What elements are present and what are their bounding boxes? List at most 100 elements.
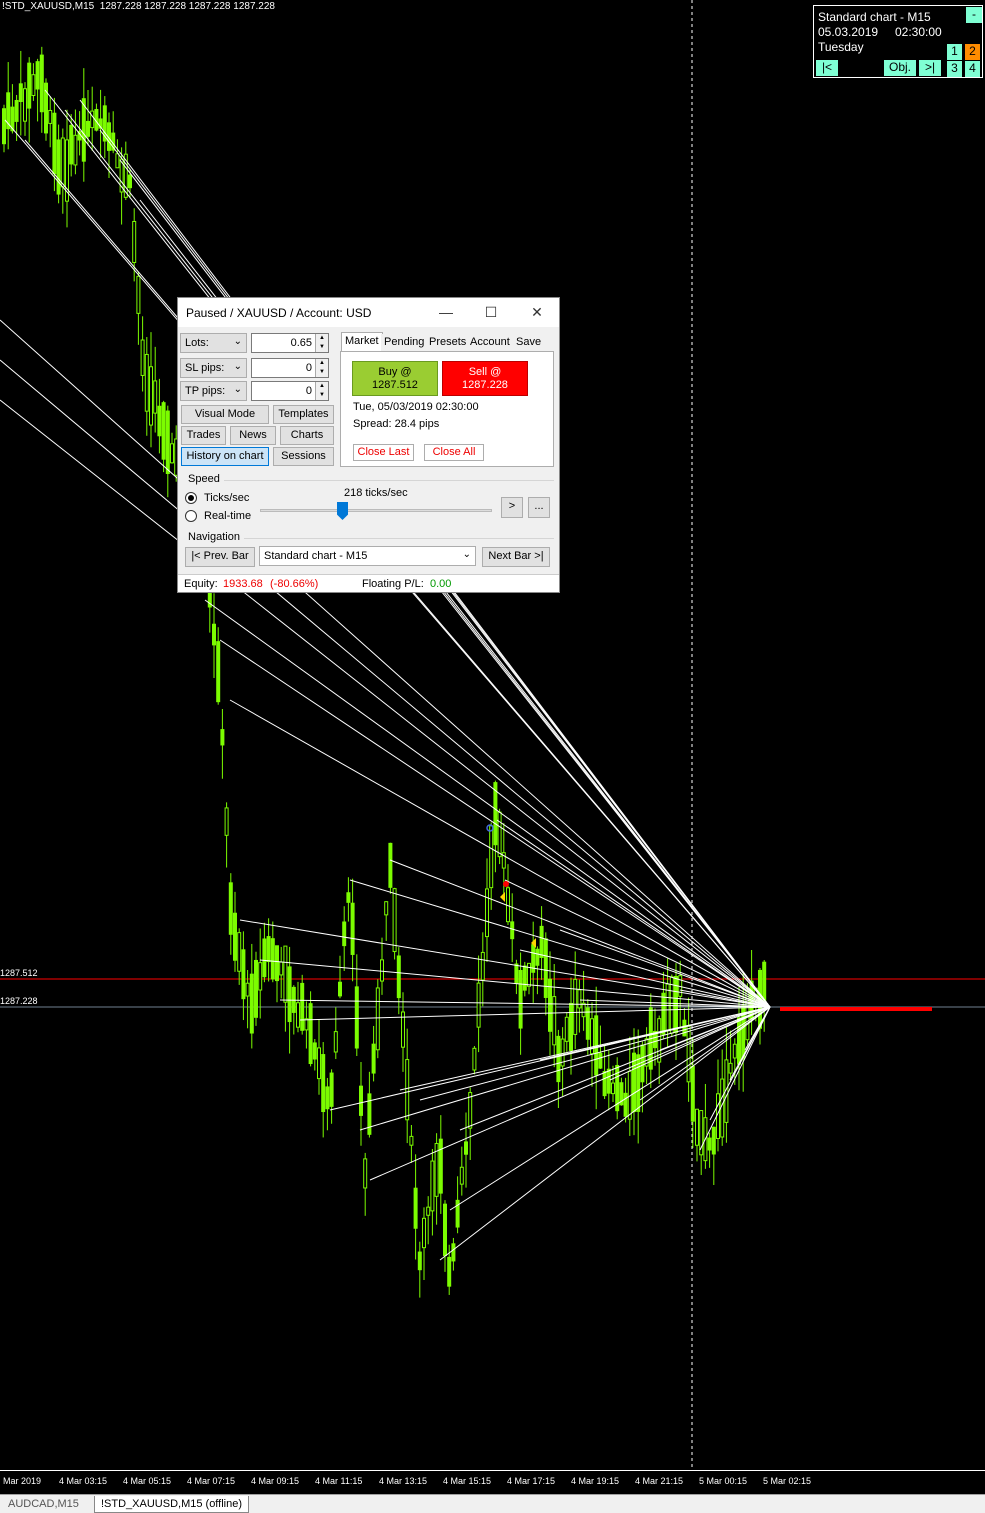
buy-button[interactable]: Buy @1287.512	[352, 361, 438, 396]
candle-body	[518, 969, 523, 1029]
candle-body	[270, 938, 275, 980]
sl-mode-select[interactable]: SL pips: ⌄	[180, 358, 247, 378]
spin-up-icon[interactable]: ▲	[315, 334, 328, 343]
info-weekday: Tuesday	[818, 40, 864, 54]
sl-input[interactable]: 0 ▲ ▼	[251, 358, 329, 378]
next-bar-button[interactable]: Next Bar >|	[482, 547, 550, 567]
candle-body	[31, 74, 36, 97]
time-label: 4 Mar 19:15	[571, 1476, 620, 1486]
dialog-titlebar[interactable]: Paused / XAUUSD / Account: USD — ☐ ✕	[178, 298, 559, 327]
candle-body	[413, 1187, 418, 1229]
candle-body	[535, 948, 540, 966]
candle-body	[359, 1085, 363, 1116]
close-icon[interactable]: ✕	[527, 302, 547, 322]
more-button[interactable]: ...	[528, 497, 550, 518]
slot-3-button[interactable]: 3	[947, 61, 962, 77]
maximize-icon[interactable]: ☐	[481, 302, 501, 322]
candle-body	[581, 1002, 586, 1018]
candle-body	[262, 938, 267, 978]
chart-tab-xauusd[interactable]: !STD_XAUUSD,M15 (offline)	[94, 1496, 250, 1513]
lots-mode-select[interactable]: Lots: ⌄	[180, 333, 247, 353]
prev-bar-button[interactable]: |< Prev. Bar	[185, 547, 255, 567]
candle-body	[384, 901, 389, 916]
time-label: 4 Mar 09:15	[251, 1476, 300, 1486]
tab-save[interactable]: Save	[513, 334, 545, 352]
candle-body	[665, 983, 670, 1031]
spread-text: Spread: 28.4 pips	[353, 418, 440, 430]
equity-label: Equity:	[184, 578, 218, 590]
close-last-button[interactable]: Close Last	[353, 444, 414, 461]
minimize-icon[interactable]: —	[436, 302, 456, 322]
candle-body	[128, 174, 132, 189]
chart-tab-audcad[interactable]: AUDCAD,M15	[2, 1496, 85, 1513]
candle-body	[144, 353, 149, 412]
lots-input[interactable]: 0.65 ▲ ▼	[251, 333, 329, 353]
realtime-radio[interactable]	[185, 510, 197, 522]
candle-body	[287, 966, 292, 1023]
trades-button[interactable]: Trades	[181, 426, 226, 445]
candle-body	[23, 88, 27, 122]
candle-body	[443, 1203, 447, 1256]
tab-presets[interactable]: Presets	[426, 334, 470, 352]
trade-history-line	[219, 639, 771, 1008]
tab-market[interactable]: Market	[341, 332, 383, 352]
lots-value: 0.65	[290, 337, 312, 349]
ask-price-label: 1287.512	[0, 968, 38, 978]
candle-body	[73, 134, 78, 166]
tp-value: 0	[305, 385, 312, 397]
candle-body	[720, 1078, 725, 1138]
slot-4-button[interactable]: 4	[965, 61, 980, 77]
arrow-marker	[500, 892, 505, 902]
candle-body	[52, 112, 57, 175]
spin-up-icon[interactable]: ▲	[315, 382, 328, 391]
tab-account[interactable]: Account	[467, 334, 513, 352]
candle-body	[409, 1135, 414, 1146]
minimize-button[interactable]: -	[966, 7, 982, 23]
candle-body	[346, 892, 351, 903]
tp-input[interactable]: 0 ▲ ▼	[251, 381, 329, 401]
candle-body	[56, 139, 61, 195]
spin-down-icon[interactable]: ▼	[315, 391, 328, 400]
slot-1-button[interactable]: 1	[947, 44, 962, 60]
chart-select[interactable]: Standard chart - M15 ⌄	[259, 546, 476, 566]
candle-body	[283, 945, 288, 1003]
candle-body	[695, 1108, 699, 1146]
candle-body	[371, 1043, 376, 1074]
chevron-down-icon: ⌄	[233, 361, 242, 372]
candle-body	[489, 825, 494, 889]
candle-body	[170, 443, 174, 464]
charts-button[interactable]: Charts	[280, 426, 334, 445]
spin-up-icon[interactable]: ▲	[315, 359, 328, 368]
price-chart[interactable]: !STD_XAUUSD,M15 1287.228 1287.228 1287.2…	[0, 0, 985, 1470]
spin-down-icon[interactable]: ▼	[315, 343, 328, 352]
speed-slider-track[interactable]	[260, 509, 492, 512]
sessions-button[interactable]: Sessions	[273, 447, 334, 466]
time-axis: Mar 2019 4 Mar 03:15 4 Mar 05:15 4 Mar 0…	[0, 1470, 985, 1494]
tab-pending[interactable]: Pending	[381, 334, 428, 352]
objects-button[interactable]: Obj.	[884, 60, 916, 76]
time-label: 4 Mar 05:15	[123, 1476, 172, 1486]
tp-mode-select[interactable]: TP pips: ⌄	[180, 381, 247, 401]
history-on-chart-button[interactable]: History on chart	[181, 447, 269, 466]
bid-price-label: 1287.228	[0, 996, 38, 1006]
candle-body	[317, 1047, 321, 1080]
nav-first-button[interactable]: |<	[816, 60, 838, 76]
templates-button[interactable]: Templates	[273, 405, 334, 424]
candle-body	[237, 932, 242, 972]
close-all-button[interactable]: Close All	[424, 444, 484, 461]
spin-down-icon[interactable]: ▼	[315, 368, 328, 377]
candle-body	[430, 1160, 435, 1212]
speed-group-label: Speed	[188, 473, 220, 485]
candle-body	[380, 959, 384, 982]
news-button[interactable]: News	[230, 426, 276, 445]
ticks-radio[interactable]	[185, 492, 197, 504]
visual-mode-button[interactable]: Visual Mode	[181, 405, 269, 424]
chevron-down-icon: ⌄	[233, 336, 242, 347]
dialog-title: Paused / XAUUSD / Account: USD	[186, 306, 372, 320]
nav-next-button[interactable]: >|	[919, 60, 941, 76]
candle-body	[459, 1166, 464, 1185]
sell-button[interactable]: Sell @1287.228	[442, 361, 528, 396]
candle-body	[422, 1217, 426, 1249]
slot-2-button[interactable]: 2	[965, 44, 980, 60]
step-button[interactable]: >	[501, 497, 523, 518]
